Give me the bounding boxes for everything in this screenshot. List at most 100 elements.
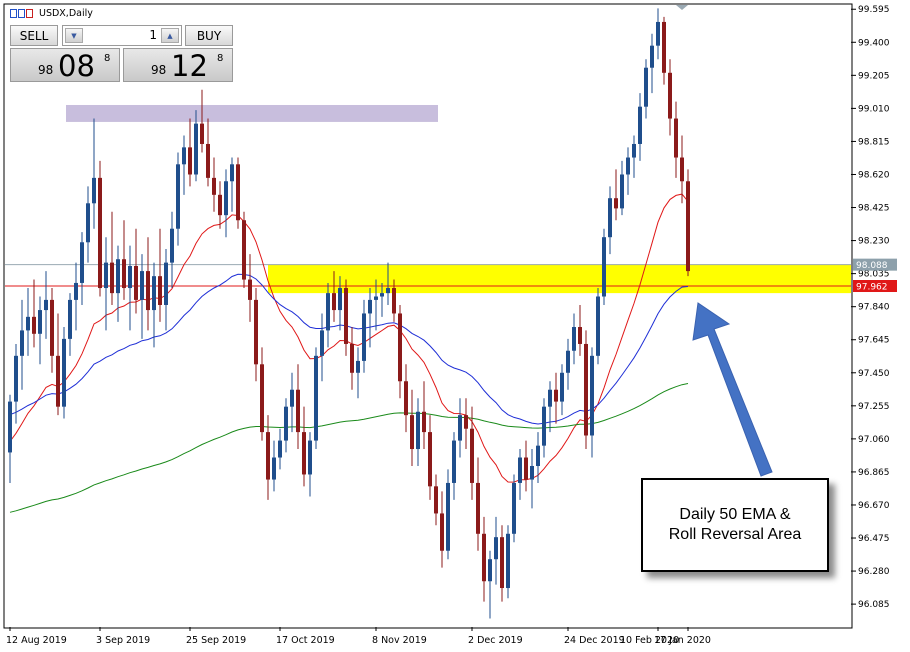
candle <box>686 169 690 277</box>
candle-body <box>92 177 96 204</box>
candle-body <box>194 123 198 175</box>
candle-body <box>380 293 384 297</box>
sell-button[interactable]: SELL <box>10 25 58 46</box>
candle-body <box>308 440 312 475</box>
one-click-trading-panel: SELL ▼ 1 ▲ BUY 98 08 8 98 12 8 <box>10 25 235 83</box>
candle-body <box>536 445 540 466</box>
lot-value[interactable]: 1 <box>149 28 157 42</box>
buy-price-fraction: 8 <box>217 53 224 64</box>
candle-body <box>656 21 660 46</box>
candle-body <box>578 327 582 344</box>
candle-body <box>206 143 210 178</box>
candle <box>584 330 588 450</box>
candle-body <box>410 415 414 450</box>
candle-body <box>284 406 288 441</box>
candle-body <box>44 299 48 311</box>
candle-body <box>404 381 408 416</box>
candle-body <box>626 157 630 175</box>
candle-body <box>116 259 120 294</box>
candle-body <box>26 316 30 331</box>
candle-body <box>302 432 306 475</box>
candle-body <box>200 123 204 144</box>
candle-body <box>32 316 36 334</box>
annotation-line-2: Roll Reversal Area <box>668 526 802 543</box>
candle-body <box>188 147 192 175</box>
candle-body <box>560 372 564 402</box>
buy-price-button[interactable]: 98 12 8 <box>123 48 233 83</box>
x-tick-label: 2 Dec 2019 <box>468 635 523 646</box>
candle-body <box>674 118 678 158</box>
y-tick-label: 97.255 <box>858 402 890 412</box>
last-price-tag: 97.962 <box>856 283 888 293</box>
candle-body <box>356 360 360 373</box>
symbol-title-text: USDX,Daily <box>39 7 93 19</box>
candle-body <box>158 276 162 305</box>
candle-body <box>632 143 636 158</box>
candle-body <box>548 389 552 407</box>
candle-body <box>68 299 72 339</box>
candle-body <box>680 157 684 182</box>
lot-increase-icon[interactable]: ▲ <box>161 28 179 43</box>
candle-body <box>218 194 222 216</box>
annotation-box: Daily 50 EMA & Roll Reversal Area <box>641 478 829 572</box>
candle-body <box>14 355 18 402</box>
x-tick-label: 8 Nov 2019 <box>372 635 427 646</box>
candle-body <box>554 389 558 402</box>
candle-body <box>512 482 516 534</box>
candle-body <box>416 411 420 450</box>
y-tick-label: 99.010 <box>858 104 890 114</box>
x-tick-label: 24 Dec 2019 <box>564 635 625 646</box>
candle <box>512 474 516 543</box>
candle-body <box>452 440 456 483</box>
candle-body <box>212 177 216 195</box>
sell-price-button[interactable]: 98 08 8 <box>10 48 120 83</box>
candle-body <box>638 106 642 144</box>
candle-body <box>566 350 570 373</box>
candle-body <box>8 401 12 453</box>
candle-body <box>266 432 270 480</box>
candle-body <box>314 355 318 441</box>
candle-body <box>620 174 624 209</box>
y-tick-label: 96.475 <box>858 534 890 544</box>
y-tick-label: 98.230 <box>858 237 890 247</box>
candle-body <box>20 330 24 356</box>
candle <box>98 160 102 297</box>
candle-body <box>458 415 462 441</box>
candle-body <box>236 164 240 221</box>
y-tick-label: 99.205 <box>858 71 890 81</box>
candle-body <box>392 288 396 314</box>
y-tick-label: 97.645 <box>858 336 890 346</box>
candle-body <box>362 313 366 361</box>
candle-body <box>530 465 534 480</box>
candle-body <box>482 533 486 582</box>
resistance-zone <box>66 104 438 122</box>
candle-body <box>398 313 402 382</box>
candle-body <box>470 428 474 483</box>
candle-body <box>152 276 156 311</box>
candle <box>62 327 66 419</box>
candle-body <box>254 299 258 365</box>
y-tick-label: 98.815 <box>858 137 890 147</box>
candle-body <box>374 296 378 300</box>
candle-body <box>326 293 330 331</box>
bid-price-tag: 98.088 <box>856 261 888 271</box>
buy-button[interactable]: BUY <box>185 25 233 46</box>
lot-decrease-icon[interactable]: ▼ <box>65 28 83 43</box>
candle <box>314 347 318 450</box>
candle-body <box>338 288 342 311</box>
candle-body <box>86 203 90 243</box>
candle-body <box>104 262 108 289</box>
symbol-title: USDX,Daily <box>10 6 93 20</box>
candle-body <box>38 310 42 334</box>
roll-reversal-zone <box>268 264 851 294</box>
candle-body <box>500 537 504 589</box>
y-tick-label: 96.670 <box>858 501 890 511</box>
lot-size-field[interactable]: ▼ 1 ▲ <box>62 25 182 46</box>
y-tick-label: 98.425 <box>858 204 890 214</box>
candle-body <box>596 296 600 356</box>
candle-body <box>386 288 390 294</box>
candle-body <box>506 533 510 589</box>
x-tick-label: 12 Aug 2019 <box>6 635 67 646</box>
candle <box>236 157 240 229</box>
candle-body <box>230 164 234 182</box>
